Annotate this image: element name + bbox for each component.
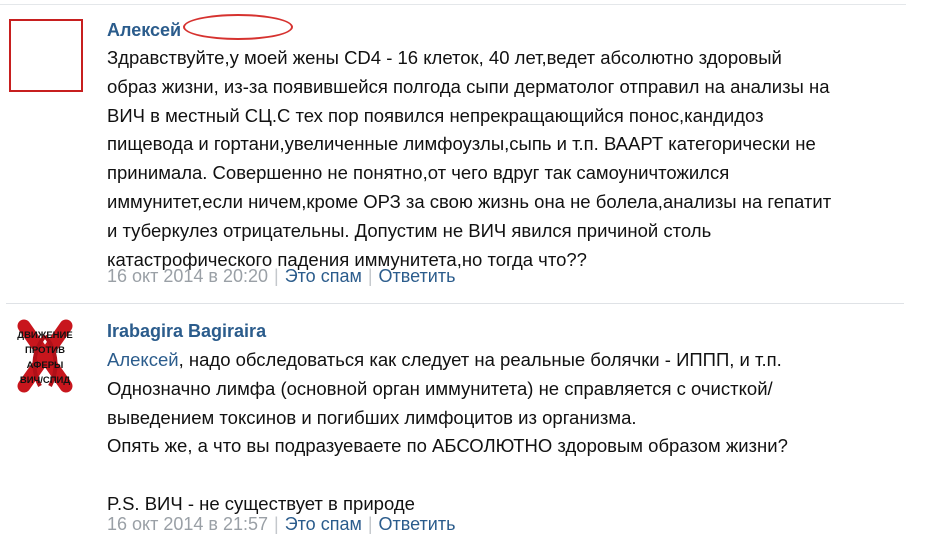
redaction-ellipse xyxy=(183,14,293,40)
comment-date[interactable]: 16 окт 2014 в 21:57 xyxy=(107,514,268,534)
reply-to-link[interactable]: Алексей xyxy=(107,349,179,370)
comment-meta: 16 окт 2014 в 21:57 | Это спам | Ответить xyxy=(107,514,455,535)
spam-link[interactable]: Это спам xyxy=(285,514,362,534)
reply-link[interactable]: Ответить xyxy=(379,266,456,286)
spam-link[interactable]: Это спам xyxy=(285,266,362,286)
logo-line-3: АФЕРЫ xyxy=(27,360,64,371)
logo-line-1: ДВИЖЕНИЕ xyxy=(17,330,72,341)
separator: | xyxy=(367,266,373,286)
separator: | xyxy=(274,266,279,286)
author-name[interactable]: Irabagira Bagiraira xyxy=(107,321,266,342)
separator: | xyxy=(274,514,279,534)
avatar[interactable]: ДВИЖЕНИЕ ПРОТИВ АФЕРЫ ВИЧ/СПИД xyxy=(10,316,80,394)
author-name[interactable]: Алексей xyxy=(107,20,181,41)
avatar[interactable] xyxy=(9,19,83,92)
comment-text: Алексей, надо обследоваться как следует … xyxy=(107,346,897,519)
avatar-logo: ДВИЖЕНИЕ ПРОТИВ АФЕРЫ ВИЧ/СПИД xyxy=(17,319,73,393)
comment-divider xyxy=(6,303,904,304)
logo-line-4: ВИЧ/СПИД xyxy=(20,375,71,386)
logo-line-2: ПРОТИВ xyxy=(25,345,65,356)
top-divider xyxy=(0,4,906,5)
comment-text: Здравствуйте,у моей жены CD4 - 16 клеток… xyxy=(107,47,832,270)
separator: | xyxy=(367,514,373,534)
reply-link[interactable]: Ответить xyxy=(379,514,456,534)
comment-meta: 16 окт 2014 в 20:20 | Это спам | Ответить xyxy=(107,266,455,287)
comment-body: , надо обследоваться как следует на реал… xyxy=(107,349,788,514)
comment-date[interactable]: 16 окт 2014 в 20:20 xyxy=(107,266,268,286)
